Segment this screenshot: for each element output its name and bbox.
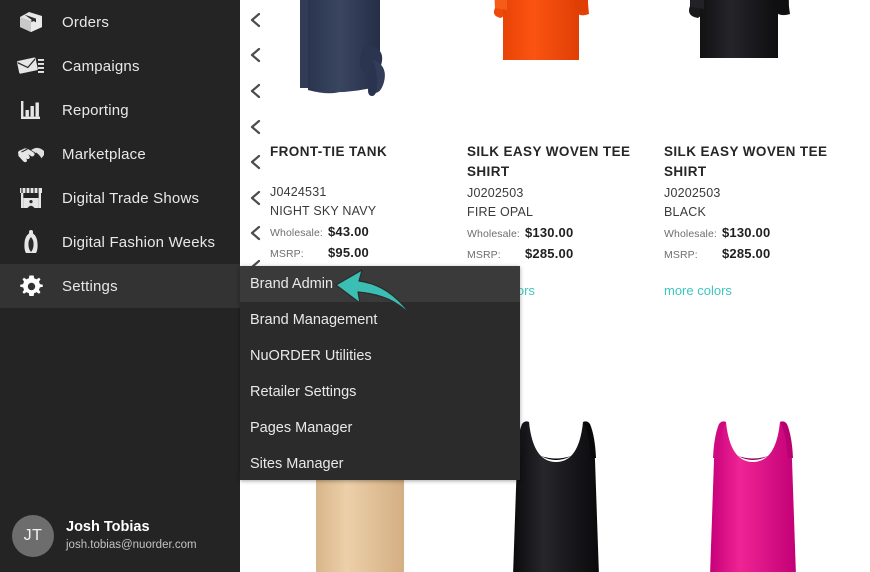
- wholesale-label: Wholesale:: [467, 228, 520, 241]
- settings-submenu: Brand Admin Brand Management NuORDER Uti…: [240, 266, 520, 480]
- wholesale-price-row: Wholesale: $130.00: [664, 225, 847, 240]
- sidebar-item-digital-trade-shows[interactable]: Digital Trade Shows: [0, 176, 240, 220]
- chevron-left-icon[interactable]: [244, 44, 266, 66]
- sidebar-item-label: Marketplace: [62, 145, 146, 163]
- submenu-item-label: Sites Manager: [250, 456, 344, 472]
- msrp-price-row: MSRP: $95.00: [270, 245, 453, 260]
- msrp-label: MSRP:: [664, 249, 698, 262]
- product-title: FRONT-TIE TANK: [270, 144, 388, 159]
- avatar: JT: [12, 515, 54, 557]
- sidebar-item-label: Campaigns: [62, 57, 140, 75]
- user-text: Josh Tobias josh.tobias@nuorder.com: [66, 519, 197, 553]
- user-name: Josh Tobias: [66, 518, 150, 535]
- chevron-left-icon[interactable]: [244, 151, 266, 173]
- submenu-item-label: Brand Admin: [250, 276, 334, 292]
- sidebar-item-campaigns[interactable]: Campaigns: [0, 44, 240, 88]
- msrp-value: $95.00: [328, 245, 369, 260]
- msrp-label: MSRP:: [467, 249, 501, 262]
- product-color: NIGHT SKY NAVY: [270, 204, 377, 218]
- product-image-row-1: [270, 0, 870, 135]
- product-card-2[interactable]: [467, 0, 664, 135]
- sidebar-item-label: Reporting: [62, 101, 129, 119]
- product-sku: J0424531: [270, 185, 327, 199]
- sidebar-item-reporting[interactable]: Reporting: [0, 88, 240, 132]
- chevron-left-icon[interactable]: [244, 116, 266, 138]
- bar-chart-icon: [14, 95, 48, 125]
- submenu-item-brand-admin[interactable]: Brand Admin: [240, 266, 520, 302]
- sidebar: Orders Campaigns Reporting Marketplace D…: [0, 0, 240, 572]
- sidebar-item-marketplace[interactable]: Marketplace: [0, 132, 240, 176]
- product-card-3[interactable]: [664, 0, 861, 135]
- submenu-item-label: Retailer Settings: [250, 384, 357, 400]
- sidebar-item-orders[interactable]: Orders: [0, 0, 240, 44]
- sidebar-item-label: Settings: [62, 277, 118, 295]
- msrp-value: $285.00: [722, 246, 771, 262]
- msrp-price-row: MSRP: $285.00: [664, 246, 847, 261]
- chevron-left-icon[interactable]: [244, 9, 266, 31]
- wholesale-value: $130.00: [525, 225, 574, 241]
- msrp-value: $285.00: [525, 246, 574, 262]
- submenu-item-nuorder-utilities[interactable]: NuORDER Utilities: [240, 338, 520, 374]
- handshake-icon: [14, 139, 48, 169]
- chevron-left-icon[interactable]: [244, 222, 266, 244]
- submenu-item-brand-management[interactable]: Brand Management: [240, 302, 520, 338]
- product-image-1[interactable]: [270, 0, 467, 135]
- sidebar-item-label: Digital Trade Shows: [62, 189, 200, 207]
- market-stall-icon: [14, 183, 48, 213]
- wholesale-price-row: Wholesale: $43.00: [270, 224, 453, 239]
- envelope-icon: [14, 51, 48, 81]
- chevron-left-icon[interactable]: [244, 80, 266, 102]
- gear-icon: [14, 271, 48, 301]
- submenu-item-label: Pages Manager: [250, 420, 353, 436]
- product-sku: J0202503: [664, 186, 721, 201]
- product-title: SILK EASY WOVEN TEE SHIRT: [467, 144, 631, 179]
- more-colors-link-3[interactable]: more colors: [664, 283, 847, 298]
- product-card-6[interactable]: [664, 400, 861, 572]
- chevron-left-icon[interactable]: [244, 187, 266, 209]
- submenu-item-retailer-settings[interactable]: Retailer Settings: [240, 374, 520, 410]
- product-image-3[interactable]: [664, 0, 861, 135]
- product-color: BLACK: [664, 205, 706, 220]
- app-root: FRONT-TIE TANK J0424531 NIGHT SKY NAVY W…: [0, 0, 870, 572]
- wholesale-label: Wholesale:: [270, 227, 323, 239]
- product-image-6[interactable]: [664, 400, 861, 572]
- sidebar-item-label: Digital Fashion Weeks: [62, 233, 216, 251]
- box-icon: [14, 7, 48, 37]
- user-profile[interactable]: JT Josh Tobias josh.tobias@nuorder.com: [0, 500, 240, 572]
- product-title: SILK EASY WOVEN TEE SHIRT: [664, 144, 828, 179]
- dress-form-icon: [14, 227, 48, 257]
- wholesale-value: $130.00: [722, 225, 771, 241]
- submenu-item-sites-manager[interactable]: Sites Manager: [240, 446, 520, 482]
- product-sku: J0202503: [467, 186, 524, 201]
- msrp-price-row: MSRP: $285.00: [467, 246, 650, 261]
- submenu-item-label: NuORDER Utilities: [250, 348, 372, 364]
- product-color: FIRE OPAL: [467, 205, 534, 220]
- wholesale-label: Wholesale:: [664, 228, 717, 241]
- msrp-label: MSRP:: [270, 248, 304, 260]
- wholesale-price-row: Wholesale: $130.00: [467, 225, 650, 240]
- user-email: josh.tobias@nuorder.com: [66, 539, 197, 552]
- product-card-1[interactable]: [270, 0, 467, 135]
- product-image-2[interactable]: [467, 0, 664, 135]
- sidebar-nav: Orders Campaigns Reporting Marketplace D…: [0, 0, 240, 308]
- product-info-3: SILK EASY WOVEN TEE SHIRT J0202503 BLACK…: [664, 142, 861, 319]
- wholesale-value: $43.00: [328, 224, 369, 239]
- sidebar-item-label: Orders: [62, 13, 110, 31]
- submenu-item-label: Brand Management: [250, 312, 378, 328]
- sidebar-item-digital-fashion-weeks[interactable]: Digital Fashion Weeks: [0, 220, 240, 264]
- submenu-item-pages-manager[interactable]: Pages Manager: [240, 410, 520, 446]
- sidebar-item-settings[interactable]: Settings: [0, 264, 240, 308]
